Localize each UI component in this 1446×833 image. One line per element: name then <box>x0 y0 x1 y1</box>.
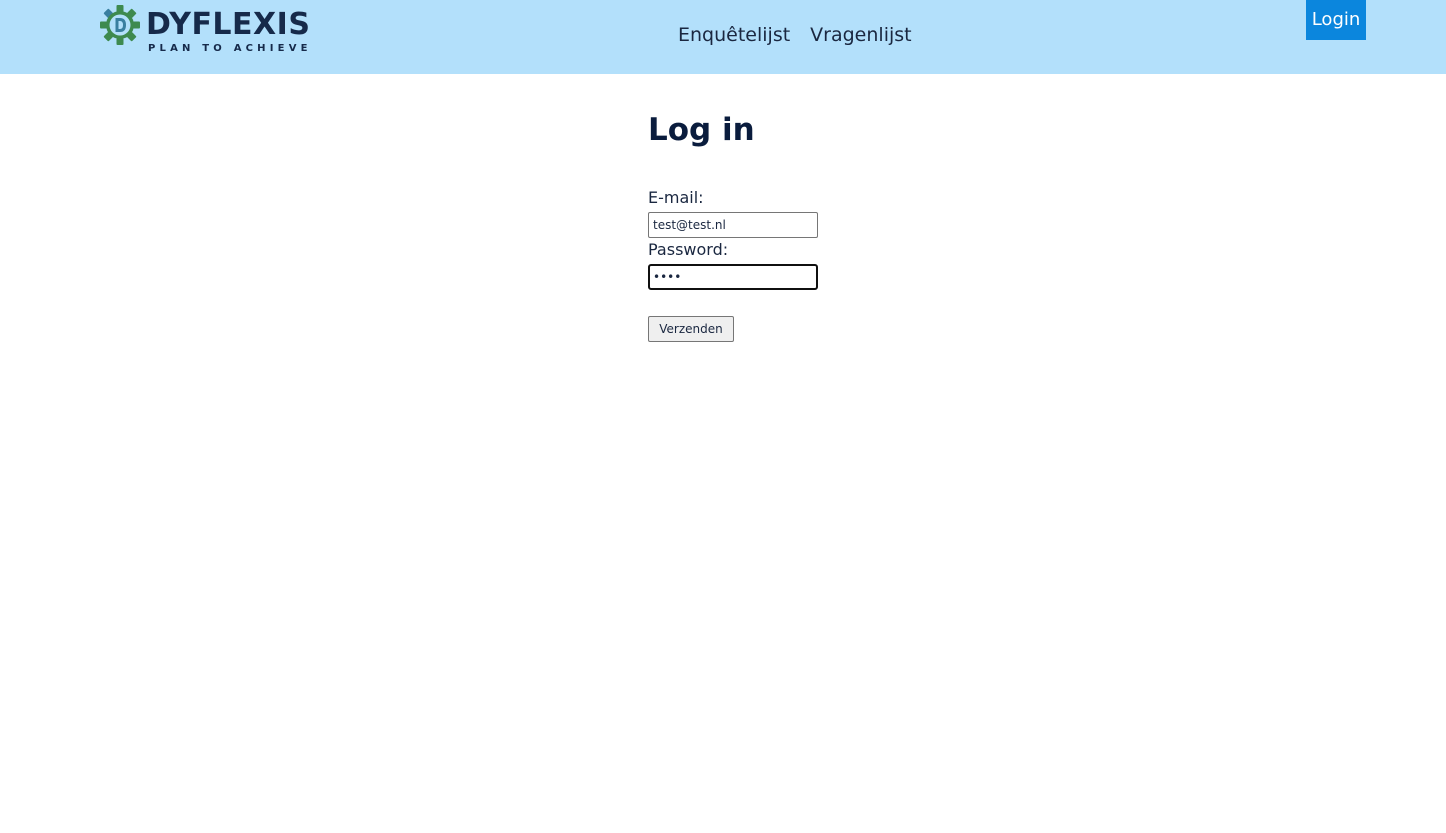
page-title: Log in <box>648 112 755 148</box>
submit-button[interactable]: Verzenden <box>648 316 734 342</box>
password-label: Password: <box>648 240 729 259</box>
top-navbar: DYFLEXIS PLAN TO ACHIEVE Enquêtelijst Vr… <box>0 0 1446 74</box>
main-nav: Enquêtelijst Vragenlijst <box>678 24 912 46</box>
email-label: E-mail: <box>648 188 704 207</box>
dyflexis-logo[interactable]: DYFLEXIS PLAN TO ACHIEVE <box>100 4 315 60</box>
logo-tagline: PLAN TO ACHIEVE <box>148 43 312 54</box>
login-form-section: Log in E-mail: Password: Verzenden <box>648 108 968 342</box>
login-button[interactable]: Login <box>1306 0 1366 40</box>
email-field[interactable] <box>648 212 818 238</box>
gear-d-logo-icon <box>100 5 140 45</box>
nav-link-enquetelijst[interactable]: Enquêtelijst <box>678 24 790 46</box>
logo-wordmark: DYFLEXIS <box>146 7 311 42</box>
password-field[interactable] <box>648 264 818 290</box>
nav-link-vragenlijst[interactable]: Vragenlijst <box>810 24 911 46</box>
